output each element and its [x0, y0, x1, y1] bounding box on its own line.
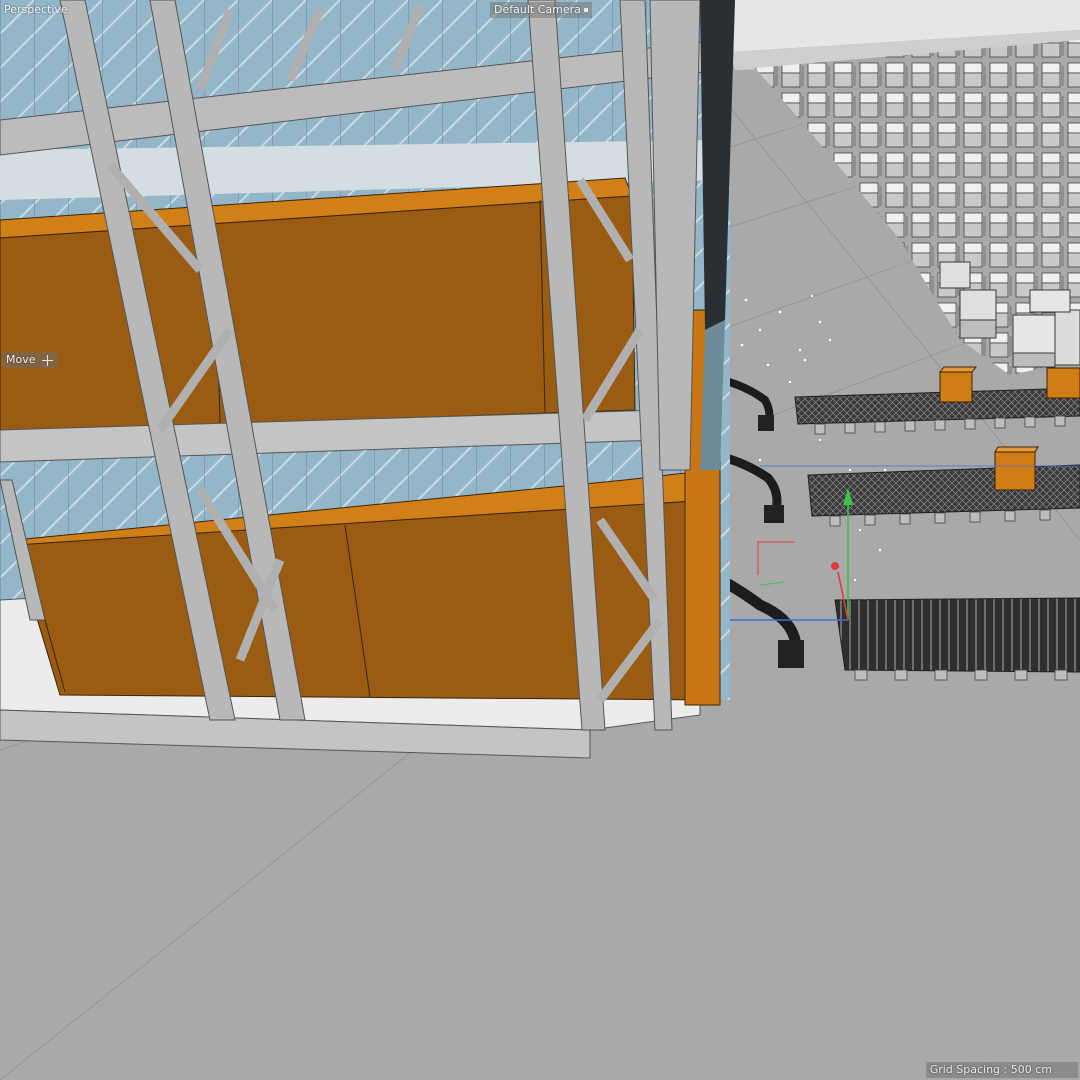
scene-render[interactable] — [0, 0, 1080, 1080]
camera-menu-icon — [583, 8, 588, 12]
3d-viewport[interactable]: Perspective Default Camera Move Grid Spa… — [0, 0, 1080, 1080]
active-tool-label: Move — [6, 353, 36, 366]
view-name-label[interactable]: Perspective — [4, 3, 68, 17]
move-crosshair-icon — [41, 354, 53, 366]
grid-spacing-label: Grid Spacing : 500 cm — [929, 1063, 1052, 1076]
grid-spacing-hud: Grid Spacing : 500 cm — [925, 1062, 1078, 1078]
warehouse-rack — [0, 0, 735, 759]
active-tool-hud: Move — [2, 352, 57, 368]
camera-label: Default Camera — [494, 3, 581, 16]
camera-menu[interactable]: Default Camera — [490, 2, 592, 18]
